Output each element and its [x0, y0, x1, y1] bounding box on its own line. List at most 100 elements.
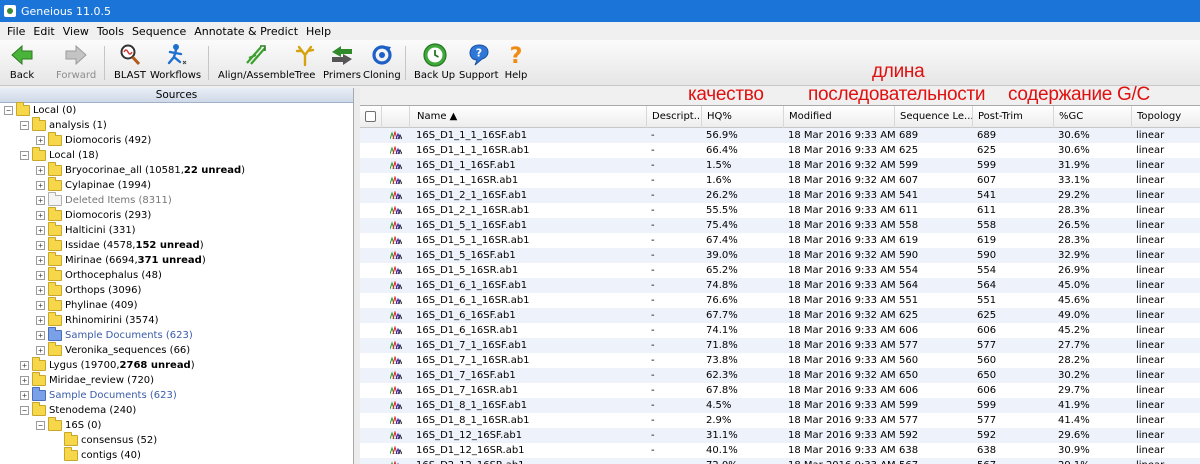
table-row[interactable]: 16S_D1_1_16SR.ab1 - 1.6% 18 Mar 2016 9:32 A… [360, 173, 1200, 188]
collapse-icon[interactable]: − [4, 106, 13, 115]
expand-icon[interactable]: + [36, 181, 45, 190]
expand-icon[interactable]: + [20, 361, 29, 370]
table-row[interactable]: 16S_D1_5_16SR.ab1 - 65.2% 18 Mar 2016 9:33 … [360, 263, 1200, 278]
table-row[interactable]: 16S_D2_12_16SR.ab1-72.0%18 Mar 2016 9:33… [360, 458, 1200, 464]
source-tree-item[interactable]: + Mirinae (6694, 371 unread) [36, 252, 206, 268]
table-row[interactable]: 16S_D1_6_16SF.ab1 - 67.7% 18 Mar 2016 9:32 … [360, 308, 1200, 323]
menu-sequence[interactable]: Sequence [128, 25, 190, 38]
menu-help[interactable]: Help [302, 25, 335, 38]
column-header-sequence-length[interactable]: Sequence Le... [895, 106, 973, 128]
source-tree-item[interactable]: − 16S (0) [36, 417, 101, 433]
source-tree-item[interactable]: + Veronika_sequences (66) [36, 342, 190, 358]
table-row[interactable]: 16S_D1_12_16SR.ab1 - 40.1% 18 Mar 2016 9:33… [360, 443, 1200, 458]
table-row[interactable]: 16S_D1_7_16SF.ab1 - 62.3% 18 Mar 2016 9:32 … [360, 368, 1200, 383]
table-row[interactable]: 16S_D1_1_1_16SR.ab1 - 66.4% 18 Mar 2016 9:3… [360, 143, 1200, 158]
source-tree-item[interactable]: + Bryocorinae_all (10581, 22 unread) [36, 162, 245, 178]
expand-icon[interactable]: + [36, 301, 45, 310]
align-assemble-button[interactable]: Align/Assemble [218, 42, 295, 84]
menu-tools[interactable]: Tools [93, 25, 128, 38]
expand-icon[interactable]: + [36, 196, 45, 205]
table-row[interactable]: 16S_D1_7_1_16SR.ab1 - 73.8% 18 Mar 2016 9:3… [360, 353, 1200, 368]
back-up-button[interactable]: Back Up [414, 42, 455, 84]
column-header-name[interactable]: Name ▲ [412, 106, 647, 128]
forward-button[interactable]: Forward [56, 42, 96, 84]
table-row[interactable]: 16S_D1_1_1_16SF.ab1 - 56.9% 18 Mar 2016 9:3… [360, 128, 1200, 143]
column-header-topology[interactable]: Topology [1132, 106, 1200, 128]
menu-annotate-predict[interactable]: Annotate & Predict [190, 25, 302, 38]
column-header-post-trim[interactable]: Post-Trim [973, 106, 1054, 128]
blast-button[interactable]: BLAST [114, 42, 146, 84]
support-button[interactable]: ? Support [459, 42, 499, 84]
expand-icon[interactable]: + [36, 241, 45, 250]
column-header-description[interactable]: Descript... [647, 106, 702, 128]
column-header-modified[interactable]: Modified [784, 106, 895, 128]
table-row[interactable]: 16S_D1_12_16SF.ab1 - 31.1% 18 Mar 2016 9:33… [360, 428, 1200, 443]
tree-button[interactable]: Tree [292, 42, 318, 84]
source-tree-item[interactable]: − Stenodema (240) [20, 402, 136, 418]
collapse-icon[interactable]: − [20, 406, 29, 415]
collapse-icon[interactable]: − [36, 421, 45, 430]
source-tree-item[interactable]: + Lygus (19700, 2768 unread) [20, 357, 195, 373]
folder-icon [32, 387, 46, 401]
expand-icon[interactable]: + [20, 376, 29, 385]
table-row[interactable]: 16S_D1_8_1_16SR.ab1 - 2.9% 18 Mar 2016 9:33… [360, 413, 1200, 428]
source-tree-item[interactable]: − Local (0) [4, 102, 76, 118]
table-row[interactable]: 16S_D1_2_1_16SR.ab1 - 55.5% 18 Mar 2016 9:3… [360, 203, 1200, 218]
expand-icon[interactable]: + [36, 136, 45, 145]
source-tree-item[interactable]: consensus (52) [52, 432, 157, 448]
cloning-button[interactable]: Cloning [363, 42, 401, 84]
source-tree-item[interactable]: + Orthocephalus (48) [36, 267, 162, 283]
table-row[interactable]: 16S_D1_5_1_16SR.ab1 - 67.4% 18 Mar 2016 9:3… [360, 233, 1200, 248]
expand-icon[interactable]: + [36, 226, 45, 235]
table-row[interactable]: 16S_D1_8_1_16SF.ab1 - 4.5% 18 Mar 2016 9:33… [360, 398, 1200, 413]
table-row[interactable]: 16S_D1_1_16SF.ab1 - 1.5% 18 Mar 2016 9:32 A… [360, 158, 1200, 173]
column-header-gc[interactable]: %GC [1054, 106, 1132, 128]
source-tree-item[interactable]: contigs (40) [52, 447, 141, 463]
table-row[interactable]: 16S_D1_5_1_16SF.ab1 - 75.4% 18 Mar 2016 9:3… [360, 218, 1200, 233]
source-tree-item[interactable]: − Local (18) [20, 147, 99, 163]
expand-icon[interactable]: + [36, 271, 45, 280]
source-tree-item[interactable]: + Halticini (331) [36, 222, 136, 238]
workflows-button[interactable]: Workflows [150, 42, 201, 84]
expand-icon[interactable]: + [36, 166, 45, 175]
source-tree-item[interactable]: + Rhinomirini (3574) [36, 312, 158, 328]
table-row[interactable]: 16S_D1_6_1_16SR.ab1 - 76.6% 18 Mar 2016 9:3… [360, 293, 1200, 308]
menu-file[interactable]: File [3, 25, 29, 38]
expand-icon[interactable]: + [36, 346, 45, 355]
expand-icon[interactable]: + [36, 331, 45, 340]
table-row[interactable]: 16S_D1_5_16SF.ab1 - 39.0% 18 Mar 2016 9:32 … [360, 248, 1200, 263]
collapse-icon[interactable]: − [20, 121, 29, 130]
table-row[interactable]: 16S_D1_6_1_16SF.ab1 - 74.8% 18 Mar 2016 9:3… [360, 278, 1200, 293]
expand-icon[interactable]: + [36, 286, 45, 295]
collapse-icon[interactable]: − [20, 151, 29, 160]
cell-description: - [651, 235, 655, 246]
source-tree-item[interactable]: + Sample Documents (623) [20, 387, 177, 403]
cell-name: 16S_D1_7_16SR.ab1 [416, 385, 519, 396]
source-tree-label-end: ) [199, 240, 204, 251]
help-button[interactable]: ? Help [503, 42, 529, 84]
source-tree-item[interactable]: + Miridae_review (720) [20, 372, 154, 388]
menu-edit[interactable]: Edit [29, 25, 58, 38]
source-tree-item[interactable]: + Issidae (4578, 152 unread) [36, 237, 204, 253]
primers-button[interactable]: Primers [323, 42, 361, 84]
source-tree-item[interactable]: + Diomocoris (492) [36, 132, 151, 148]
source-tree-item[interactable]: + Cylapinae (1994) [36, 177, 151, 193]
expand-icon[interactable]: + [20, 391, 29, 400]
menu-view[interactable]: View [59, 25, 93, 38]
cell-gc: 29.7% [1058, 385, 1090, 396]
expand-icon[interactable]: + [36, 211, 45, 220]
expand-icon[interactable]: + [36, 316, 45, 325]
source-tree-item[interactable]: + Sample Documents (623) [36, 327, 193, 343]
table-row[interactable]: 16S_D1_2_1_16SF.ab1 - 26.2% 18 Mar 2016 9:3… [360, 188, 1200, 203]
expand-icon[interactable]: + [36, 256, 45, 265]
table-row[interactable]: 16S_D1_7_16SR.ab1 - 67.8% 18 Mar 2016 9:33 … [360, 383, 1200, 398]
source-tree-item[interactable]: + Phylinae (409) [36, 297, 138, 313]
source-tree-item[interactable]: + Deleted Items (8311) [36, 192, 172, 208]
column-header-hq[interactable]: HQ% [702, 106, 784, 128]
table-row[interactable]: 16S_D1_6_16SR.ab1 - 74.1% 18 Mar 2016 9:33 … [360, 323, 1200, 338]
source-tree-item[interactable]: + Orthops (3096) [36, 282, 141, 298]
back-button[interactable]: Back [9, 42, 35, 84]
table-row[interactable]: 16S_D1_7_1_16SF.ab1 - 71.8% 18 Mar 2016 9:3… [360, 338, 1200, 353]
source-tree-item[interactable]: − analysis (1) [20, 117, 107, 133]
source-tree-item[interactable]: + Diomocoris (293) [36, 207, 151, 223]
